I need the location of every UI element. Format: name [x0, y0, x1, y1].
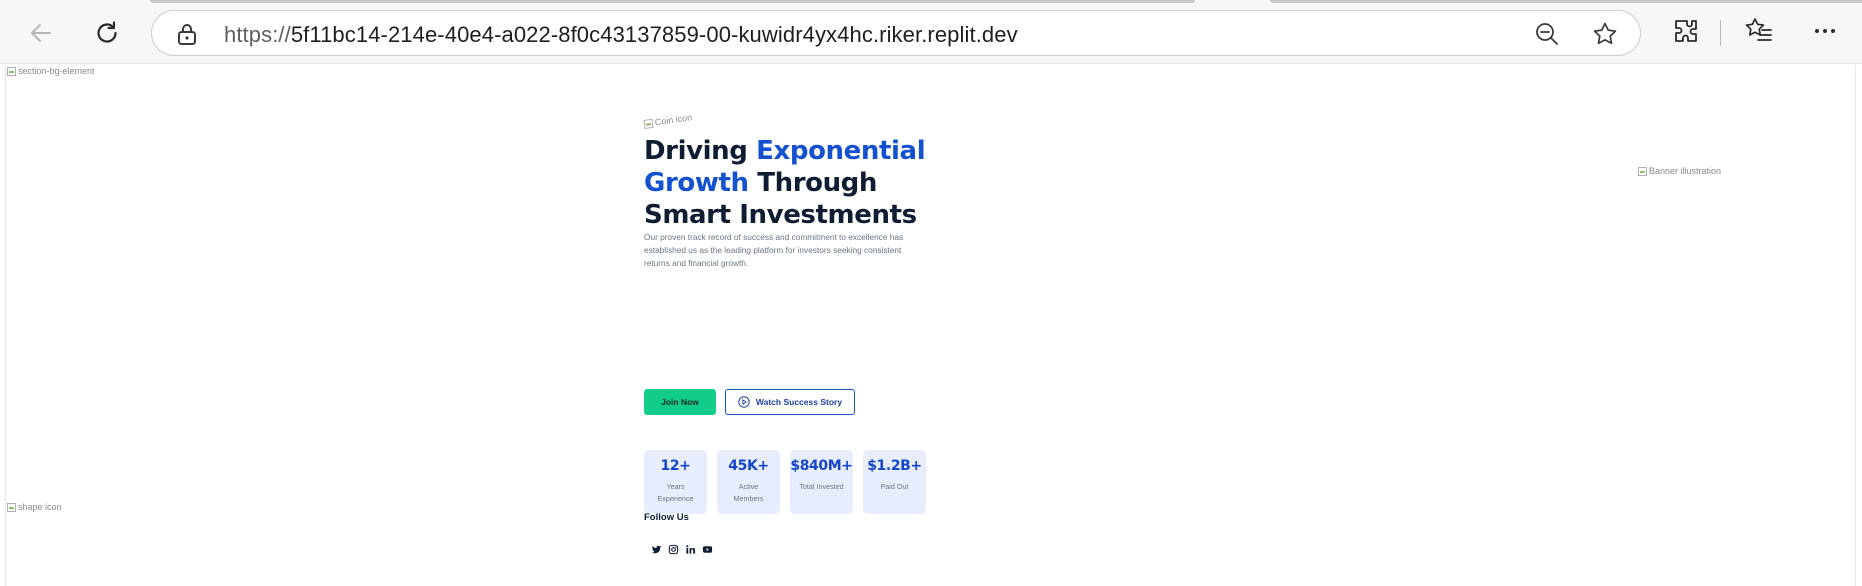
- title-text: Driving: [644, 136, 757, 166]
- image-alt-text: shape icon: [18, 502, 62, 512]
- linkedin-link[interactable]: [684, 543, 696, 555]
- youtube-link[interactable]: [701, 543, 713, 555]
- broken-image-icon: [7, 66, 16, 76]
- back-arrow-icon: [31, 24, 51, 42]
- tab-strip-indicator: [1270, 0, 1862, 3]
- lock-icon[interactable]: [176, 22, 198, 46]
- stat-card: 45K+ Active Members: [717, 450, 780, 514]
- star-icon[interactable]: [1592, 21, 1618, 47]
- url-scheme: https://: [224, 22, 291, 47]
- twitter-link[interactable]: [650, 543, 662, 555]
- back-button[interactable]: [22, 14, 60, 52]
- more-icon[interactable]: [1810, 16, 1840, 46]
- join-now-button[interactable]: Join Now: [644, 389, 716, 415]
- instagram-link[interactable]: [667, 543, 679, 555]
- twitter-icon: [651, 545, 661, 553]
- play-icon: [738, 396, 750, 408]
- page-viewport: section-bg-element shape icon Banner ill…: [5, 65, 1856, 586]
- stat-label: Years Experience: [657, 482, 694, 503]
- stat-card: $1.2B+ Paid Out: [863, 450, 926, 514]
- coin-image: Coin icon: [643, 112, 693, 129]
- stat-label: Paid Out: [880, 482, 909, 491]
- image-alt-text: Coin icon: [654, 112, 693, 128]
- tab-strip-indicator: [150, 0, 1195, 3]
- stat-value: $1.2B+: [867, 458, 922, 474]
- watch-success-story-button[interactable]: Watch Success Story: [725, 389, 855, 415]
- stats-row: 12+ Years Experience 45K+ Active Members…: [644, 450, 926, 514]
- youtube-icon: [702, 545, 712, 553]
- refresh-button[interactable]: [88, 14, 126, 52]
- hero-description: Our proven track record of success and c…: [644, 232, 904, 268]
- image-alt-text: Banner illustration: [1649, 166, 1722, 176]
- browser-toolbar: https://5f11bc14-214e-40e4-a022-8f0c4313…: [0, 0, 1862, 64]
- stat-label: Total Invested: [799, 482, 844, 491]
- button-label: Join Now: [661, 397, 699, 407]
- broken-image-icon: [1638, 166, 1647, 176]
- stat-card: 12+ Years Experience: [644, 450, 707, 514]
- hero-title: Driving Exponential Growth Through Smart…: [644, 135, 944, 231]
- favorites-icon[interactable]: [1744, 16, 1774, 46]
- stat-value: $840M+: [790, 458, 853, 474]
- linkedin-icon: [685, 544, 695, 554]
- section-bg-image: section-bg-element: [7, 66, 95, 76]
- stat-card: $840M+ Total Invested: [790, 450, 853, 514]
- zoom-out-icon[interactable]: [1534, 21, 1560, 47]
- stat-value: 12+: [660, 458, 691, 474]
- extensions-icon[interactable]: [1671, 16, 1701, 46]
- button-label: Watch Success Story: [755, 397, 843, 407]
- follow-us-heading: Follow Us: [644, 512, 689, 523]
- url-text[interactable]: https://5f11bc14-214e-40e4-a022-8f0c4313…: [224, 22, 1018, 48]
- social-links: [650, 543, 713, 555]
- refresh-icon: [97, 21, 117, 43]
- address-bar[interactable]: https://5f11bc14-214e-40e4-a022-8f0c4313…: [151, 10, 1641, 56]
- banner-illustration-image: Banner illustration: [1638, 166, 1721, 176]
- url-host: 5f11bc14-214e-40e4-a022-8f0c43137859-00-…: [290, 22, 1018, 47]
- broken-image-icon: [643, 118, 654, 129]
- stat-value: 45K+: [728, 458, 769, 474]
- toolbar-divider: [1720, 20, 1721, 46]
- broken-image-icon: [7, 502, 16, 512]
- stat-label: Active Members: [733, 482, 764, 503]
- shape-image: shape icon: [7, 502, 62, 512]
- instagram-icon: [668, 544, 678, 554]
- image-alt-text: section-bg-element: [18, 66, 95, 76]
